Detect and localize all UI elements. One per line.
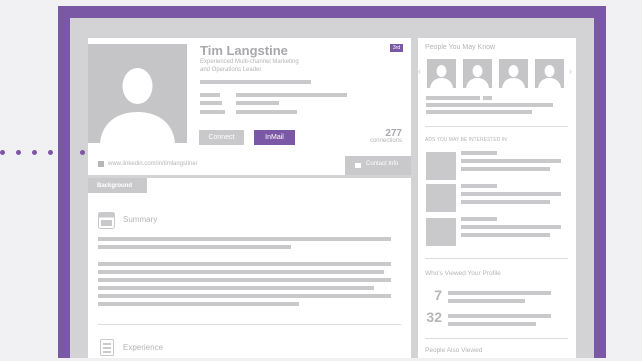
ad-3-line-2	[461, 233, 550, 237]
detail-value-2	[236, 101, 279, 105]
ad-1-line-1	[461, 159, 561, 163]
carousel-next-icon[interactable]: ›	[569, 66, 572, 76]
detail-label-3	[200, 110, 225, 114]
profile-card: Tim Langstine Experienced Multi-channel …	[88, 38, 411, 175]
who-viewed-title[interactable]: Who's Viewed Your Profile	[425, 270, 501, 277]
ads-title: ADS YOU MAY BE INTERESTED IN	[425, 137, 507, 143]
ad-2-line-2	[461, 200, 550, 204]
avatar-silhouette-icon	[466, 65, 489, 88]
people-also-viewed-title: People Also Viewed	[425, 347, 483, 354]
experience-title: Experience	[123, 343, 164, 352]
location-line	[200, 80, 311, 84]
profile-headline-line2: and Operations Leader	[200, 67, 262, 73]
searches-line-2	[448, 322, 536, 326]
pymk-name-line	[426, 96, 480, 100]
ad-1-title	[461, 151, 497, 155]
detail-value-3	[236, 110, 297, 114]
summary-line-7	[98, 294, 391, 298]
degree-badge: 3rd	[390, 44, 403, 52]
summary-line-6	[98, 286, 374, 290]
person-thumbnail-4[interactable]	[535, 59, 564, 88]
background-tab[interactable]: Background	[88, 178, 147, 193]
flag-icon	[355, 163, 361, 168]
avatar-silhouette-icon	[538, 65, 561, 88]
person-thumbnail-1[interactable]	[427, 59, 456, 88]
ad-2-line-1	[461, 192, 561, 196]
person-thumbnail-3[interactable]	[499, 59, 528, 88]
inmail-button[interactable]: InMail	[254, 130, 295, 145]
avatar-silhouette-icon	[430, 65, 453, 88]
ad-3-line-1	[461, 225, 561, 229]
sidebar-divider-2	[425, 258, 568, 259]
avatar-silhouette-icon	[502, 65, 525, 88]
ad-3-title	[461, 217, 497, 221]
detail-value-1	[236, 93, 347, 97]
detail-label-2	[200, 101, 222, 105]
searches-count: 32	[426, 309, 442, 325]
summary-line-1	[98, 237, 391, 241]
ad-thumbnail-2[interactable]	[426, 184, 456, 212]
summary-line-8	[98, 302, 299, 306]
pymk-detail-line-2	[426, 110, 532, 114]
carousel-prev-icon[interactable]: ‹	[418, 66, 421, 76]
people-you-may-know-title: People You May Know	[425, 44, 496, 51]
searches-line-1	[448, 314, 551, 318]
sidebar-divider-1	[425, 126, 568, 127]
who-viewed-count: 7	[434, 287, 442, 303]
person-thumbnail-2[interactable]	[463, 59, 492, 88]
contact-info-button[interactable]: Contact Info	[345, 156, 411, 175]
who-viewed-line-1	[448, 291, 551, 295]
summary-line-5	[98, 278, 391, 282]
contact-info-label: Contact Info	[366, 161, 399, 167]
profile-url[interactable]: www.linkedin.com/in/timlangstine/	[108, 161, 197, 167]
connect-button[interactable]: Connect	[199, 130, 244, 145]
linkedin-icon	[98, 161, 104, 167]
background-section: Background Summary Experience	[88, 178, 411, 358]
detail-label-1	[200, 93, 220, 97]
experience-icon	[100, 339, 114, 356]
section-divider	[98, 324, 401, 325]
summary-line-2	[98, 245, 291, 249]
summary-line-3	[98, 262, 391, 266]
pymk-detail-line-1	[426, 103, 553, 107]
sidebar: People You May Know ‹ › ADS YOU MAY BE I…	[418, 38, 576, 358]
profile-name: Tim Langstine	[200, 43, 288, 58]
ad-thumbnail-3[interactable]	[426, 218, 456, 246]
profile-headline-line1: Experienced Multi-channel Marketing	[200, 59, 299, 65]
sidebar-divider-3	[425, 338, 568, 339]
ad-2-title	[461, 184, 497, 188]
pymk-name-line-short	[483, 96, 492, 100]
summary-title: Summary	[123, 215, 158, 224]
avatar-silhouette-icon	[100, 68, 175, 143]
ad-thumbnail-1[interactable]	[426, 152, 456, 180]
summary-icon	[98, 212, 115, 229]
connections-label: connections	[369, 138, 402, 144]
ad-1-line-2	[461, 167, 550, 171]
summary-line-4	[98, 270, 384, 274]
profile-photo	[88, 44, 187, 143]
who-viewed-line-2	[448, 299, 525, 303]
